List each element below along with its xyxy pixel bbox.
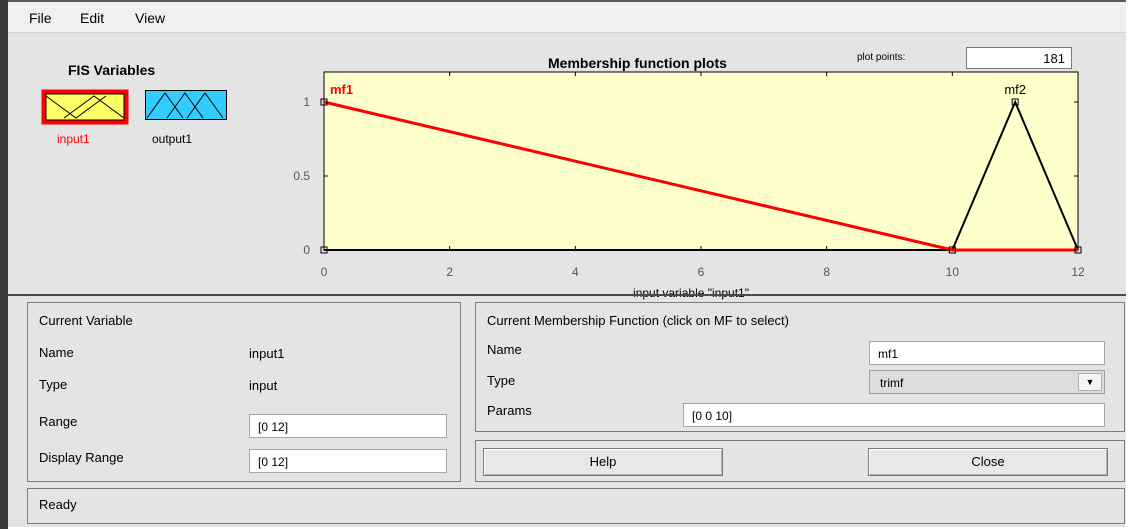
x-axis-label: input variable "input1" <box>633 286 749 300</box>
plot-area <box>323 71 1079 251</box>
mf2-label: mf2 <box>1004 82 1026 97</box>
x-tick-label: 6 <box>698 265 705 279</box>
y-tick-label: 0.5 <box>293 169 310 183</box>
mf-name-field[interactable]: mf1 <box>869 341 1105 365</box>
range-field[interactable]: [0 12] <box>249 414 447 438</box>
membership-function-chart: 0 2 4 6 8 10 12 0 0.5 1 input variable "input1" mf2… <box>293 71 1085 300</box>
dropdown-arrow-icon[interactable]: ▼ <box>1078 373 1102 391</box>
x-tick-label: 10 <box>946 265 960 279</box>
x-tick-label: 0 <box>321 265 328 279</box>
y-tick-label: 1 <box>303 95 310 109</box>
x-tick-label: 8 <box>823 265 830 279</box>
status-bar <box>27 488 1125 524</box>
current-mf-title: Current Membership Function (click on MF… <box>487 313 789 328</box>
current-variable-title: Current Variable <box>39 313 133 328</box>
x-tick-label: 12 <box>1071 265 1085 279</box>
panel-divider <box>8 294 1126 296</box>
x-tick-label: 2 <box>446 265 453 279</box>
mf-params-label: Params <box>487 403 532 418</box>
display-range-field[interactable]: [0 12] <box>249 449 447 473</box>
display-range-label: Display Range <box>39 450 124 465</box>
x-tick-label: 4 <box>572 265 579 279</box>
close-button[interactable]: Close <box>868 448 1108 476</box>
variable-type-label: Type <box>39 377 68 392</box>
mf-params-field[interactable]: [0 0 10] <box>683 403 1105 427</box>
status-text: Ready <box>39 497 77 512</box>
variable-type-value: input <box>249 378 278 393</box>
mf-type-select[interactable]: trimf ▼ <box>869 370 1105 394</box>
mf-name-label: Name <box>487 342 522 357</box>
range-label: Range <box>39 414 78 429</box>
mf-type-label: Type <box>487 373 516 388</box>
variable-name-value: input1 <box>249 346 285 361</box>
mf1-label: mf1 <box>330 82 353 97</box>
mf-type-value: trimf <box>880 376 904 390</box>
variable-name-label: Name <box>39 345 74 360</box>
y-tick-label: 0 <box>303 243 310 257</box>
help-button[interactable]: Help <box>483 448 723 476</box>
